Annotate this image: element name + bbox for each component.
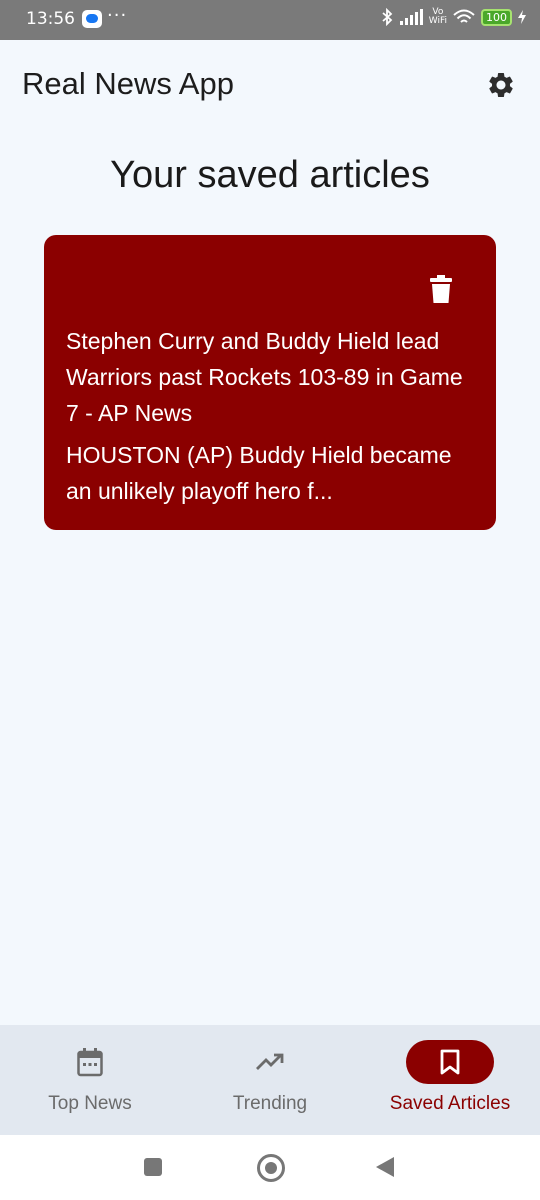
trending-up-icon [256,1053,284,1070]
charging-icon [518,10,526,24]
bookmark-icon [440,1049,460,1075]
back-button[interactable] [376,1157,394,1177]
nav-trending[interactable]: Trending [180,1025,360,1135]
page-heading: Your saved articles [110,154,430,196]
nav-top-news[interactable]: Top News [0,1025,180,1135]
article-description: HOUSTON (AP) Buddy Hield became an unlik… [66,442,452,504]
home-button[interactable] [257,1154,285,1182]
calendar-icon [77,1048,103,1077]
signal-icon [399,9,423,25]
nav-saved-articles[interactable]: Saved Articles [360,1025,540,1135]
recents-button[interactable] [144,1158,162,1176]
saved-article-card[interactable]: Stephen Curry and Buddy Hield lead Warri… [44,235,496,530]
wifi-icon [453,9,475,23]
status-bar: 13:56 ··· Vo WiFi 100 [0,0,540,40]
nav-saved-articles-label: Saved Articles [389,1093,511,1114]
nav-top-news-label: Top News [48,1093,132,1114]
nav-trending-label: Trending [232,1093,308,1114]
message-notification-icon [82,10,102,28]
vowifi-indicator: Vo WiFi [429,8,447,26]
bluetooth-icon [382,8,393,26]
trash-icon[interactable] [430,275,452,303]
app-title: Real News App [22,66,234,101]
status-icons: Vo WiFi 100 [380,8,526,26]
system-navigation-bar [0,1135,540,1200]
wifi-label: WiFi [428,16,447,26]
more-notifications-icon: ··· [107,5,128,26]
gear-icon[interactable] [486,70,516,100]
status-time: 13:56 [26,9,75,29]
bottom-navigation: Top News Trending Saved Articles [0,1025,540,1135]
battery-icon: 100 [481,8,512,26]
article-title: Stephen Curry and Buddy Hield lead Warri… [66,328,463,426]
